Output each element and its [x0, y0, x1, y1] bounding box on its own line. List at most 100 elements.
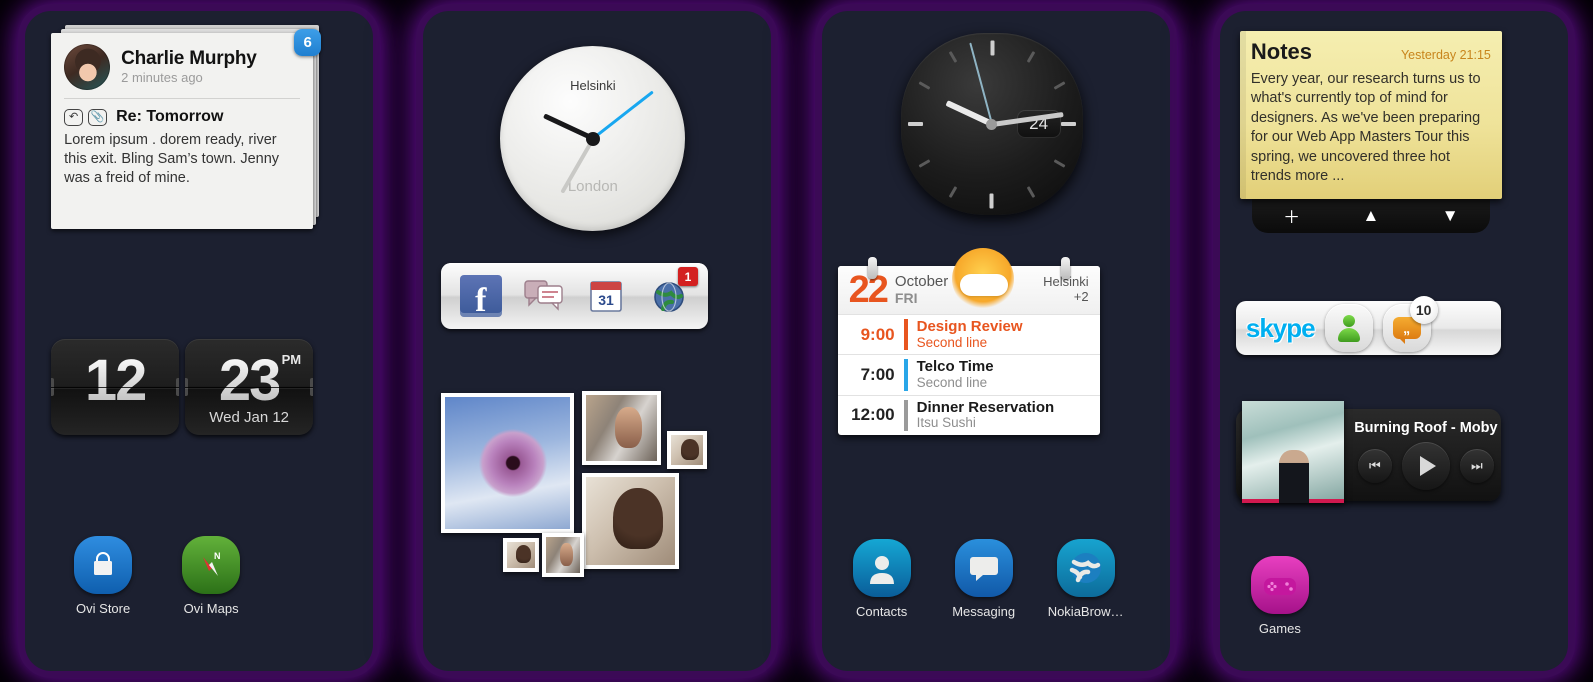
sender-time: 2 minutes ago [121, 69, 203, 85]
photo-man-tiny[interactable] [542, 533, 585, 577]
clock-city-primary: Helsinki [570, 78, 616, 93]
analog-clock-white[interactable]: Helsinki London [500, 46, 686, 231]
shortcut-browser[interactable]: 1 [646, 267, 698, 319]
calendar-icon: 31 [590, 281, 623, 312]
photo-woman-large[interactable] [582, 473, 680, 569]
mail-subject: Re: Tomorrow [116, 108, 224, 125]
facebook-icon: f [459, 275, 502, 317]
sun-behind-cloud-icon [951, 248, 1014, 310]
app-label: Games [1258, 621, 1301, 636]
subject-row: ↶ 📎 Re: Tomorrow [64, 108, 300, 126]
flip-minutes-tile: 23 PM Wed Jan 12 [185, 339, 314, 435]
next-track-button[interactable]: ⏭ [1459, 449, 1494, 483]
flip-minutes: 23 [218, 348, 281, 414]
notes-widget[interactable]: Notes Yesterday 21:15 Every year, our re… [1239, 31, 1502, 233]
app-label: Messaging [952, 604, 1016, 619]
notes-action-bar[interactable]: ＋ ▲ ▼ [1251, 198, 1490, 233]
app-label: NokiaBrow… [1047, 604, 1124, 619]
app-nokia-browser[interactable]: NokiaBrow… [1048, 539, 1124, 619]
notes-body: Every year, our research turns us to wha… [1250, 71, 1481, 185]
skype-widget[interactable]: skype „ 10 [1235, 296, 1501, 355]
notes-title: Notes [1250, 39, 1312, 64]
notes-add-button[interactable]: ＋ [1283, 203, 1300, 228]
flip-ampm: PM [281, 352, 302, 367]
globe-icon [1056, 539, 1115, 597]
photo-woman-tiny[interactable] [503, 538, 540, 572]
skype-logo: skype [1245, 312, 1316, 343]
music-player-widget[interactable]: Burning Roof - Moby ⏮ ⏭ [1235, 401, 1501, 503]
panel-2[interactable]: Helsinki London f 31 1 [423, 11, 772, 671]
mail-stack: 6 Charlie Murphy 2 minutes ago ↶ 📎 Re: T… [51, 25, 322, 229]
calendar-month: October [894, 273, 949, 290]
flip-hours-tile: 12 [51, 339, 180, 435]
app-grid-4: Games [1242, 556, 1318, 636]
mail-body: Lorem ipsum . dorem ready, river this ex… [64, 132, 280, 186]
notes-scroll-down-button[interactable]: ▼ [1442, 206, 1459, 226]
analog-clock-dark[interactable]: 24 [900, 33, 1083, 215]
calendar-event-row[interactable]: 7:00 Telco Time Second line [837, 354, 1100, 394]
shortcut-calendar[interactable]: 31 [583, 273, 629, 319]
app-label: Ovi Maps [183, 601, 239, 616]
previous-track-button[interactable]: ⏮ [1357, 449, 1392, 483]
track-title: Burning Roof - Moby [1354, 420, 1498, 436]
unread-badge: 6 [294, 29, 322, 56]
calendar-day: 22 [848, 269, 889, 311]
clock-city-secondary: London [567, 178, 618, 195]
event-color-bar [903, 399, 908, 431]
mail-action-bar[interactable]: ↶ ＋ 🗑 [63, 227, 302, 265]
calendar-event-row[interactable]: 12:00 Dinner Reservation Itsu Sushi [837, 394, 1100, 435]
photo-man-scarf[interactable] [582, 391, 662, 465]
app-games[interactable]: Games [1242, 556, 1318, 636]
skype-chat-button[interactable]: „ 10 [1382, 296, 1438, 352]
compose-button[interactable]: ＋ [169, 239, 188, 258]
app-grid-3: Contacts Messaging NokiaBrow… [844, 539, 1124, 619]
panel-4[interactable]: Notes Yesterday 21:15 Every year, our re… [1219, 11, 1568, 671]
calendar-clip-right [1060, 257, 1070, 279]
shortcut-facebook[interactable]: f [458, 273, 504, 319]
panel-1[interactable]: 6 Charlie Murphy 2 minutes ago ↶ 📎 Re: T… [25, 11, 374, 671]
app-ovi-store[interactable]: Ovi Store [65, 536, 141, 616]
flip-date: Wed Jan 12 [209, 409, 290, 426]
app-ovi-maps[interactable]: N Ovi Maps [173, 536, 249, 616]
browser-badge: 1 [678, 267, 698, 286]
app-grid-1: Ovi Store N Ovi Maps [65, 536, 249, 616]
flip-clock-widget[interactable]: 12 23 PM Wed Jan 12 [51, 339, 314, 435]
shortcut-bar[interactable]: f 31 1 [441, 263, 709, 329]
photo-flower[interactable] [441, 393, 575, 533]
calendar-temperature: +2 [1073, 289, 1089, 304]
shortcut-messaging[interactable] [521, 273, 567, 319]
play-button[interactable] [1401, 442, 1450, 490]
messaging-icon [523, 280, 563, 311]
person-green-icon [1336, 315, 1362, 342]
event-subtitle: Second line [916, 334, 988, 350]
person-icon [852, 539, 911, 597]
reply-button[interactable]: ↶ [93, 239, 109, 258]
mail-card[interactable]: 6 Charlie Murphy 2 minutes ago ↶ 📎 Re: T… [51, 29, 322, 229]
app-messaging[interactable]: Messaging [946, 539, 1022, 619]
shopping-bag-icon [74, 536, 133, 594]
reply-arrow-icon: ↶ [64, 108, 84, 126]
app-contacts[interactable]: Contacts [844, 539, 920, 619]
panel-3[interactable]: 24 22 October FRI Helsinki +2 9:00 Desig… [821, 11, 1170, 671]
notes-paper[interactable]: Notes Yesterday 21:15 Every year, our re… [1239, 31, 1502, 199]
event-title: Telco Time [916, 358, 994, 376]
tick-6 [989, 124, 994, 210]
calendar-widget[interactable]: 22 October FRI Helsinki +2 9:00 Design R… [837, 248, 1100, 435]
skype-contacts-button[interactable] [1324, 304, 1373, 352]
event-title: Dinner Reservation [916, 398, 1055, 416]
clock-pivot [986, 118, 998, 130]
photo-collage-widget[interactable] [439, 383, 729, 583]
flip-pin-right [176, 378, 180, 396]
delete-button[interactable]: 🗑 [247, 239, 271, 258]
event-time: 9:00 [860, 324, 895, 344]
notes-header: Notes Yesterday 21:15 [1251, 39, 1491, 65]
calendar-event-row[interactable]: 9:00 Design Review Second line [837, 314, 1100, 354]
album-art [1241, 401, 1344, 503]
event-color-bar [903, 359, 908, 391]
event-text: Design Review Second line [917, 319, 1023, 350]
tick-9 [906, 122, 992, 126]
panel-3-wrap: 24 22 October FRI Helsinki +2 9:00 Desig… [797, 0, 1195, 682]
email-widget[interactable]: 6 Charlie Murphy 2 minutes ago ↶ 📎 Re: T… [51, 25, 322, 265]
notes-scroll-up-button[interactable]: ▲ [1363, 206, 1380, 226]
photo-woman-small[interactable] [667, 431, 708, 469]
